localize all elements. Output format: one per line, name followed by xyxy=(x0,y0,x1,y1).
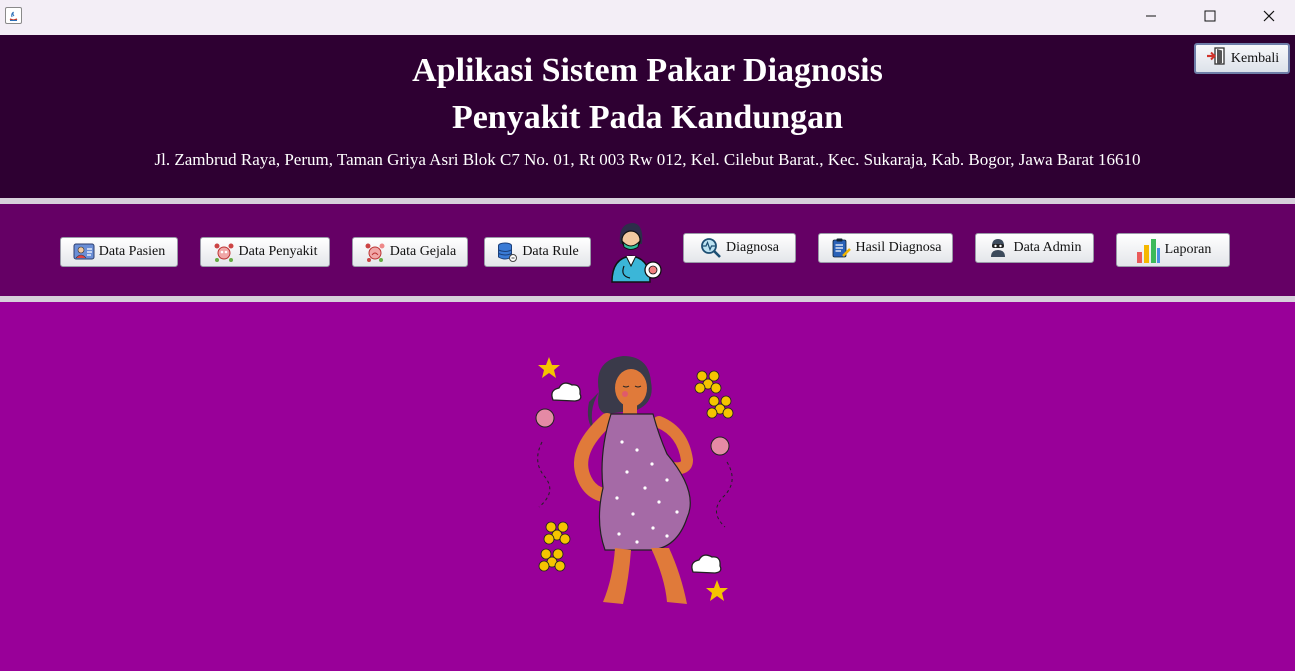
laporan-label: Laporan xyxy=(1164,242,1212,257)
data-rule-label: Data Rule xyxy=(522,244,579,259)
exit-door-icon xyxy=(1205,46,1227,71)
bar-chart-icon xyxy=(1135,236,1161,264)
diagnosa-label: Diagnosa xyxy=(726,240,779,255)
back-button-label: Kembali xyxy=(1230,50,1280,66)
data-penyakit-label: Data Penyakit xyxy=(238,244,318,259)
app-title-line2: Penyakit Pada Kandungan xyxy=(451,99,844,136)
maximize-button[interactable] xyxy=(1187,0,1233,32)
data-gejala-button[interactable]: Data Gejala xyxy=(352,237,468,267)
symptom-icon xyxy=(364,241,386,263)
data-rule-button[interactable]: Data Rule xyxy=(484,237,591,267)
doctor-icon xyxy=(606,218,664,284)
database-icon xyxy=(496,241,518,263)
data-admin-label: Data Admin xyxy=(1013,240,1082,255)
diagnosa-button[interactable]: Diagnosa xyxy=(683,233,796,263)
hasil-diagnosa-button[interactable]: Hasil Diagnosa xyxy=(818,233,953,263)
data-admin-button[interactable]: Data Admin xyxy=(975,233,1094,263)
minimize-button[interactable] xyxy=(1128,0,1174,32)
clipboard-icon xyxy=(830,237,852,259)
patient-icon xyxy=(73,241,95,263)
disease-icon xyxy=(213,241,235,263)
data-penyakit-button[interactable]: Data Penyakit xyxy=(200,237,330,267)
pregnant-woman-illustration xyxy=(527,352,739,614)
admin-icon xyxy=(987,237,1009,259)
app-title-line1: Aplikasi Sistem Pakar Diagnosis xyxy=(412,52,883,89)
hasil-diagnosa-label: Hasil Diagnosa xyxy=(855,240,942,255)
content-area xyxy=(0,302,1295,671)
laporan-button[interactable]: Laporan xyxy=(1116,233,1230,267)
diagnosis-icon xyxy=(700,237,722,259)
menu-bar: Data Pasien Data Penyakit Data Gejala Da… xyxy=(0,204,1295,296)
data-gejala-label: Data Gejala xyxy=(389,244,457,259)
app-header: Aplikasi Sistem Pakar Diagnosis Penyakit… xyxy=(0,35,1295,198)
data-pasien-label: Data Pasien xyxy=(98,244,166,259)
back-button[interactable]: Kembali xyxy=(1194,43,1290,74)
close-button[interactable] xyxy=(1246,0,1292,32)
window-titlebar xyxy=(0,0,1295,35)
data-pasien-button[interactable]: Data Pasien xyxy=(60,237,178,267)
address-text: Jl. Zambrud Raya, Perum, Taman Griya Asr… xyxy=(154,150,1141,169)
java-app-icon[interactable] xyxy=(5,7,22,24)
